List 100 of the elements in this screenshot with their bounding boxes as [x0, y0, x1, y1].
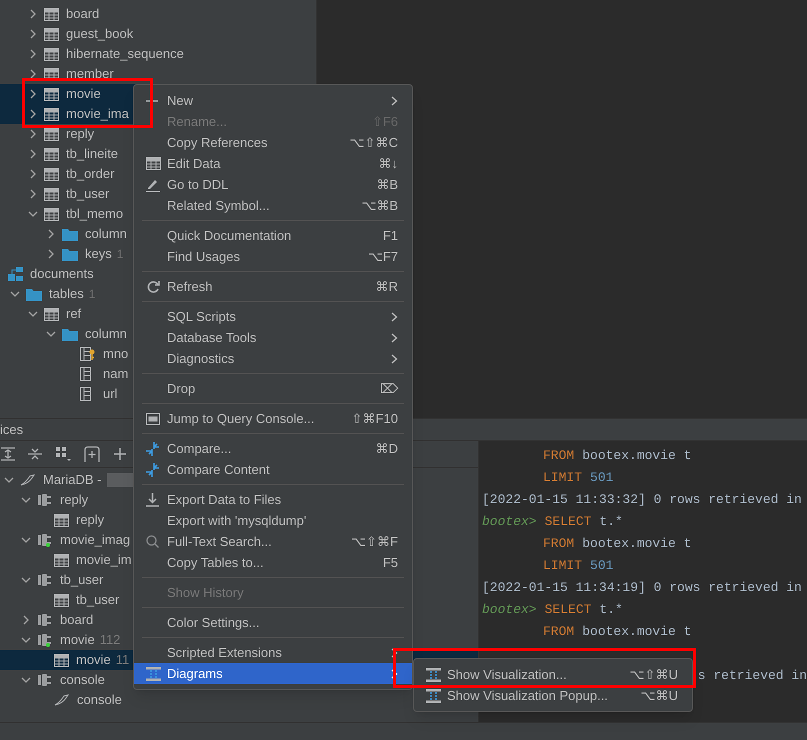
- pencil-icon: [146, 178, 160, 192]
- menu-item[interactable]: Scripted Extensions: [134, 642, 412, 663]
- tree-row[interactable]: reply: [0, 510, 108, 530]
- shortcut-label: ⌘↓: [378, 154, 398, 173]
- tree-row[interactable]: guest_book: [0, 24, 138, 44]
- menu-item[interactable]: Quick Documentation F1: [134, 225, 412, 246]
- tree-row[interactable]: movie 112: [0, 630, 124, 650]
- menu-item[interactable]: Related Symbol... ⌥⌘B: [134, 195, 412, 216]
- table-icon: [54, 514, 69, 526]
- tree-row[interactable]: board: [0, 4, 104, 24]
- tree-row[interactable]: tb_order: [0, 164, 118, 184]
- menu-item[interactable]: Find Usages ⌥F7: [134, 246, 412, 267]
- expand-all-icon[interactable]: [1, 447, 15, 461]
- tree-label: documents: [30, 265, 94, 284]
- shortcut-label: ⌘D: [376, 440, 398, 458]
- menu-item[interactable]: Show Visualization... ⌥⇧⌘U: [414, 664, 692, 685]
- tree-row[interactable]: movie_im: [0, 550, 136, 570]
- menu-item[interactable]: Database Tools: [134, 327, 412, 348]
- table-icon: [44, 108, 59, 120]
- menu-item[interactable]: Refresh ⌘R: [134, 276, 412, 297]
- shortcut-label: F1: [382, 226, 398, 245]
- tree-row[interactable]: tb_user: [0, 570, 108, 590]
- console-line: [2022-01-15 11:34:19] 0 rows retrieved in: [482, 579, 802, 597]
- tree-row[interactable]: member: [0, 64, 118, 84]
- tree-label: column: [85, 225, 127, 244]
- console-line: FROM bootex.movie t: [543, 535, 692, 553]
- session-icon: [37, 673, 53, 687]
- tree-row[interactable]: ref: [0, 304, 86, 324]
- table-icon: [44, 68, 59, 80]
- chevron-down-icon[interactable]: [28, 209, 38, 219]
- shortcut-label: ⌥⇧⌘C: [350, 134, 398, 152]
- session-icon: [37, 633, 53, 647]
- menu-item[interactable]: Copy References ⌥⇧⌘C: [134, 132, 412, 153]
- menu-item[interactable]: Copy Tables to... F5: [134, 552, 412, 573]
- tree-detail: 11: [116, 651, 130, 670]
- tree-label: MariaDB -: [43, 471, 102, 490]
- tree-row[interactable]: nam: [0, 364, 132, 384]
- folder-icon: [26, 288, 42, 300]
- tree-row[interactable]: tbl_memo: [0, 204, 128, 224]
- tree-row[interactable]: mno: [0, 344, 132, 364]
- tree-row[interactable]: tb_user: [0, 590, 124, 610]
- console-line: bootex> SELECT t.*: [482, 513, 623, 531]
- menu-item[interactable]: SQL Scripts: [134, 306, 412, 327]
- menu-item[interactable]: Drop ⌦: [134, 378, 412, 399]
- tree-label: tbl_memo: [66, 205, 124, 224]
- session-icon: [37, 533, 53, 547]
- tree-row[interactable]: console: [0, 670, 109, 690]
- menu-item[interactable]: Export with 'mysqldump': [134, 510, 412, 531]
- console-line: bootex> SELECT t.*: [482, 601, 623, 619]
- tree-label: tb_user: [66, 185, 110, 204]
- menu-item[interactable]: Go to DDL ⌘B: [134, 174, 412, 195]
- table-icon: [44, 48, 59, 60]
- tree-row[interactable]: reply: [0, 124, 98, 144]
- collapse-all-icon[interactable]: [28, 447, 42, 461]
- tree-row[interactable]: tb_user: [0, 184, 114, 204]
- tree-row[interactable]: url: [0, 384, 122, 404]
- menu-item[interactable]: Color Settings...: [134, 612, 412, 633]
- chevron-down-icon[interactable]: [21, 675, 31, 685]
- shortcut-label: ⌥⌘B: [361, 196, 398, 215]
- group-icon[interactable]: [55, 446, 71, 462]
- menu-item[interactable]: Edit Data ⌘↓: [134, 153, 412, 174]
- shortcut-label: ⌘B: [376, 176, 398, 194]
- table-icon: [44, 168, 59, 180]
- menu-item[interactable]: Full-Text Search... ⌥⇧⌘F: [134, 531, 412, 552]
- plus-icon[interactable]: [113, 446, 129, 462]
- chevron-down-icon[interactable]: [21, 535, 31, 545]
- menu-item[interactable]: Export Data to Files: [134, 489, 412, 510]
- tree-label: mno: [103, 345, 128, 364]
- chevron-down-icon[interactable]: [21, 635, 31, 645]
- tree-row[interactable]: movie_imag: [0, 530, 134, 550]
- shortcut-label: ⌥⌘U: [640, 686, 678, 705]
- menu-item[interactable]: Jump to Query Console... ⇧⌘F10: [134, 408, 412, 429]
- menu-item[interactable]: Diagrams: [134, 663, 412, 684]
- tree-row[interactable]: hibernate_sequence: [0, 44, 188, 64]
- tree-row[interactable]: tb_lineite: [0, 144, 122, 164]
- tree-label: movie_imag: [60, 531, 130, 550]
- add-service-icon[interactable]: [84, 446, 100, 462]
- tree-row[interactable]: column: [0, 224, 131, 244]
- tree-label: reply: [76, 511, 104, 530]
- session-icon: [37, 613, 53, 627]
- tree-row[interactable]: board: [0, 610, 98, 630]
- tree-row[interactable]: column: [0, 324, 131, 344]
- chevron-right-icon[interactable]: [21, 615, 31, 625]
- tree-label: movie_ima: [66, 105, 129, 124]
- menu-item[interactable]: Show Visualization Popup... ⌥⌘U: [414, 685, 692, 706]
- schema-icon: [8, 267, 23, 281]
- tree-row[interactable]: documents: [0, 264, 98, 284]
- tree-row[interactable]: reply: [0, 490, 92, 510]
- menu-item[interactable]: Diagnostics: [134, 348, 412, 369]
- chevron-down-icon[interactable]: [21, 575, 31, 585]
- tree-row[interactable]: console: [0, 690, 126, 710]
- table-icon: [44, 148, 59, 160]
- menu-item[interactable]: New: [134, 90, 412, 111]
- menu-item[interactable]: Compare Content: [134, 459, 412, 480]
- table-icon: [54, 554, 69, 566]
- console-line: [2022-01-15 11:33:32] 0 rows retrieved in: [482, 491, 802, 509]
- menu-item[interactable]: Compare... ⌘D: [134, 438, 412, 459]
- table-icon: [44, 8, 59, 20]
- tree-label: board: [66, 5, 100, 24]
- tree-label: reply: [60, 491, 88, 510]
